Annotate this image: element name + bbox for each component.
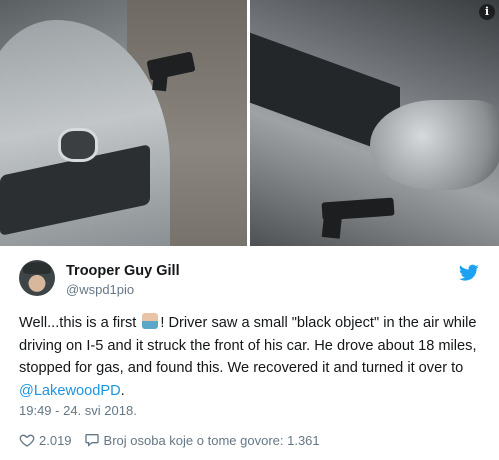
left-photo[interactable] — [0, 0, 247, 246]
tweet-text-part: . — [120, 382, 125, 399]
tweet-text: Well...this is a first ! Driver saw a sm… — [19, 312, 487, 402]
conversation-count: Broj osoba koje o tome govore: 1.361 — [103, 432, 320, 448]
man-facepalming-emoji — [142, 313, 159, 329]
heart-icon — [19, 434, 35, 447]
tweet-actions: 2.019 Broj osoba koje o tome govore: 1.3… — [19, 432, 332, 448]
like-button[interactable]: 2.019 — [19, 432, 72, 448]
avatar[interactable] — [19, 260, 55, 296]
mention-link[interactable]: @LakewoodPD — [19, 383, 121, 399]
speech-bubble-icon — [84, 434, 99, 447]
twitter-bird-icon[interactable] — [459, 264, 479, 282]
author-handle[interactable]: @wspd1pio — [66, 282, 134, 297]
car-headlight — [370, 100, 499, 190]
author-name[interactable]: Trooper Guy Gill — [66, 263, 180, 279]
pistol-object — [321, 197, 395, 221]
honda-logo — [58, 128, 98, 162]
media-grid: i — [0, 0, 499, 246]
timestamp[interactable]: 19:49 - 24. svi 2018. — [19, 403, 137, 418]
reply-button[interactable]: Broj osoba koje o tome govore: 1.361 — [84, 432, 320, 448]
tweet-text-part: Well...this is a first — [19, 315, 141, 331]
right-photo[interactable] — [250, 0, 499, 246]
info-icon[interactable]: i — [479, 4, 495, 20]
like-count: 2.019 — [39, 432, 72, 448]
tweet-header: Trooper Guy Gill @wspd1pio — [0, 246, 499, 306]
